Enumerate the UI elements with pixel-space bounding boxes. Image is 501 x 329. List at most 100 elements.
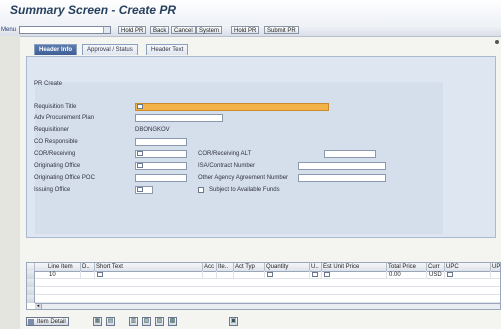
column-header-est-unit-price[interactable]: Est Unit Price — [322, 263, 387, 271]
filter-icon[interactable]: ▩ — [168, 317, 177, 326]
subject-to-available-funds-label: Subject to Available Funds — [209, 187, 280, 193]
header-info-panel — [26, 56, 496, 238]
search-help-icon[interactable] — [137, 151, 143, 156]
originating-office-poc-label: Originating Office POC — [34, 175, 95, 181]
upc-cell[interactable] — [445, 271, 491, 279]
isa-contract-number-label: ISA/Contract Number — [198, 163, 256, 169]
adv-procurement-plan-input[interactable] — [135, 114, 223, 122]
currency-cell: USD — [427, 271, 445, 279]
search-help-icon[interactable] — [137, 187, 143, 192]
table-row[interactable] — [27, 295, 500, 303]
horizontal-scrollbar[interactable]: ◂ — [35, 303, 500, 309]
subject-to-available-funds-checkbox[interactable] — [198, 187, 204, 193]
application-toolbar: Menu Hold PR Back Cancel System Hold PR … — [0, 25, 501, 37]
tab-strip: Header Info Approval / Status Header Tex… — [26, 44, 496, 56]
table-row[interactable] — [27, 279, 500, 287]
search-help-icon[interactable] — [97, 271, 103, 277]
sort-icon[interactable]: ▨ — [155, 317, 164, 326]
title-bar: Summary Screen - Create PR — [0, 0, 501, 25]
line-items-table: Line Item D.. Short Text Acc Ite.. Act T… — [26, 262, 501, 310]
cancel-button[interactable]: Cancel — [171, 26, 196, 34]
item-cell[interactable] — [217, 271, 234, 279]
short-text-cell[interactable] — [95, 271, 203, 279]
unit-cell[interactable] — [310, 271, 322, 279]
co-responsible-input[interactable] — [135, 138, 187, 146]
originating-office-input[interactable] — [135, 162, 187, 170]
table-toolbar: Item Detail ▦ ▤ ▥ ▧ ▨ ▩ ▣ — [26, 317, 266, 327]
requisitioner-value: DBONGKOV — [135, 127, 170, 133]
column-header-curr[interactable]: Curr — [427, 263, 445, 271]
submit-pr-button[interactable]: Submit PR — [264, 26, 299, 34]
search-help-icon[interactable] — [267, 271, 273, 277]
column-header-act-typ[interactable]: Act Typ — [234, 263, 265, 271]
originating-office-poc-input[interactable] — [135, 174, 187, 182]
cor-receiving-alt-input[interactable] — [324, 150, 376, 158]
table-settings-icon[interactable]: ▣ — [229, 317, 238, 326]
detail-icon — [28, 319, 34, 325]
tab-approval-status[interactable]: Approval / Status — [82, 44, 138, 55]
column-header-upc[interactable]: UPC — [445, 263, 491, 271]
column-header-total-price[interactable]: Total Price — [387, 263, 427, 271]
search-help-icon[interactable] — [137, 104, 143, 109]
search-help-icon[interactable] — [324, 271, 330, 277]
deselect-all-icon[interactable]: ▤ — [106, 317, 115, 326]
insert-row-icon[interactable]: ▥ — [129, 317, 138, 326]
total-price-cell: 0.00 — [387, 271, 427, 279]
item-detail-label: Item Detail — [37, 319, 66, 325]
other-agency-agreement-number-input[interactable] — [298, 174, 386, 182]
column-header-d[interactable]: D.. — [81, 263, 95, 271]
originating-office-label: Originating Office — [34, 163, 81, 169]
row-selector[interactable] — [27, 287, 35, 295]
issuing-office-input[interactable] — [135, 186, 153, 194]
column-header-unit[interactable]: U.. — [310, 263, 322, 271]
adv-procurement-plan-label: Adv Procurement Plan — [34, 115, 95, 121]
line-item-cell[interactable]: 10 — [47, 271, 81, 279]
isa-contract-number-input[interactable] — [298, 162, 386, 170]
select-all-icon[interactable]: ▦ — [93, 317, 102, 326]
tab-header-text[interactable]: Header Text — [146, 44, 189, 55]
hold-pr-button[interactable]: Hold PR — [118, 26, 147, 34]
row-selector[interactable] — [27, 295, 35, 303]
d-cell[interactable] — [81, 271, 95, 279]
left-strip — [0, 36, 20, 329]
tab-header-info[interactable]: Header Info — [34, 44, 78, 55]
row-selector[interactable] — [27, 279, 35, 287]
column-header-line-item[interactable]: Line Item — [47, 263, 81, 271]
system-button[interactable]: System — [196, 26, 223, 34]
command-field[interactable] — [19, 26, 111, 34]
search-help-icon[interactable] — [447, 271, 453, 277]
other-agency-agreement-number-label: Other Agency Agreement Number — [198, 175, 289, 181]
table-row[interactable]: 10 0.00 USD — [27, 271, 500, 279]
select-all-cell[interactable] — [27, 263, 35, 271]
table-row[interactable] — [27, 287, 500, 295]
cor-receiving-alt-label: COR/Receiving ALT — [198, 151, 252, 157]
column-header-up[interactable]: UP — [491, 263, 500, 271]
hold-pr-button-2[interactable]: Hold PR — [231, 26, 260, 34]
section-title: PR Create — [34, 81, 63, 87]
up-cell[interactable] — [491, 271, 500, 279]
cor-receiving-label: COR/Receiving — [34, 151, 76, 157]
menu-button[interactable]: Menu — [1, 26, 16, 34]
delete-row-icon[interactable]: ▧ — [142, 317, 151, 326]
act-typ-cell[interactable] — [234, 271, 265, 279]
search-help-icon[interactable] — [312, 271, 318, 277]
quantity-cell[interactable] — [265, 271, 310, 279]
scroll-left-icon[interactable]: ◂ — [35, 304, 42, 309]
cor-receiving-input[interactable] — [135, 150, 187, 158]
column-header-acc[interactable]: Acc — [203, 263, 217, 271]
page-title: Summary Screen - Create PR — [10, 3, 177, 17]
requisition-title-input[interactable] — [135, 103, 329, 111]
column-header-quantity[interactable]: Quantity — [265, 263, 310, 271]
column-header-short-text[interactable]: Short Text — [95, 263, 203, 271]
co-responsible-label: CO Responsible — [34, 139, 78, 145]
search-help-icon[interactable] — [137, 163, 143, 168]
issuing-office-label: Issuing Office — [34, 187, 71, 193]
column-header-item[interactable]: Ite.. — [217, 263, 234, 271]
back-button[interactable]: Back — [150, 26, 170, 34]
acc-cell[interactable] — [203, 271, 217, 279]
item-detail-button[interactable]: Item Detail — [26, 317, 69, 326]
chevron-down-icon[interactable] — [103, 27, 110, 33]
est-unit-price-cell[interactable] — [322, 271, 387, 279]
requisition-title-label: Requisition Title — [34, 104, 77, 110]
row-selector[interactable] — [27, 271, 35, 279]
